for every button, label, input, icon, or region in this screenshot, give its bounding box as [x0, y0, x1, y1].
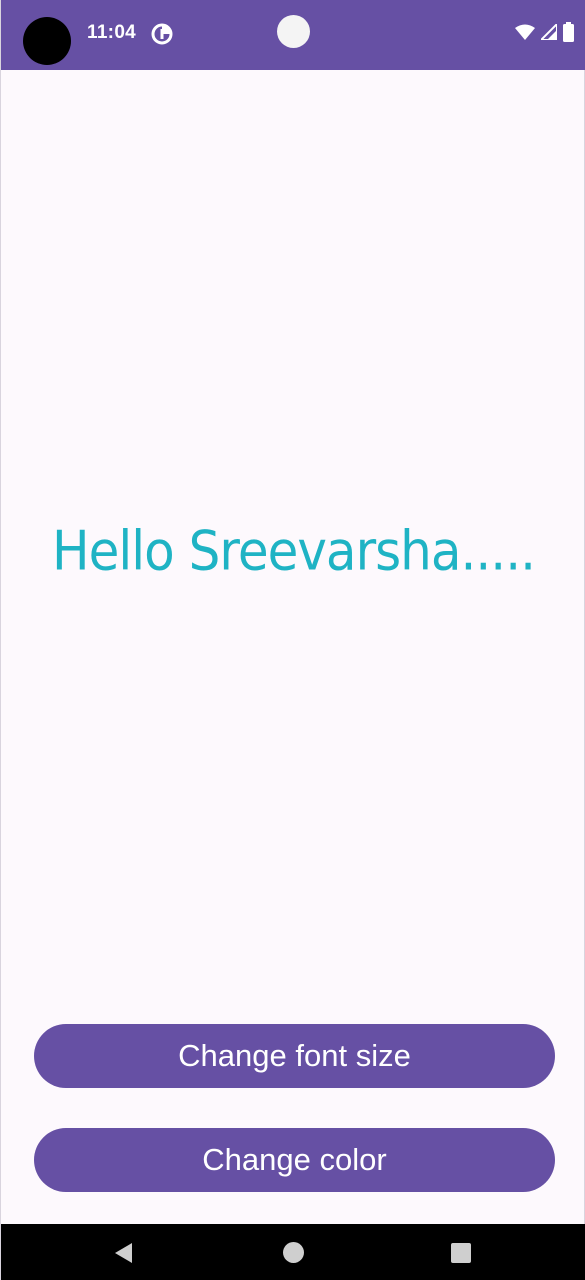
change-color-label: Change color: [202, 1142, 387, 1177]
camera-cutout: [23, 17, 71, 65]
recents-icon[interactable]: [451, 1243, 471, 1263]
battery-icon: [563, 21, 574, 47]
change-font-size-button[interactable]: Change font size: [34, 1024, 555, 1088]
signal-icon: [538, 21, 558, 45]
app-screen: 11:04 Hello Sreevarsha..... Change font …: [0, 0, 585, 1280]
change-font-size-label: Change font size: [178, 1038, 411, 1073]
status-bar: 11:04: [1, 0, 585, 70]
home-icon[interactable]: [283, 1242, 304, 1263]
data-saver-icon: [151, 23, 173, 45]
front-camera: [277, 15, 310, 48]
back-icon[interactable]: [112, 1241, 136, 1265]
greeting-text: Hello Sreevarsha.....: [52, 519, 536, 583]
wifi-icon: [515, 24, 535, 45]
change-color-button[interactable]: Change color: [34, 1128, 555, 1192]
navigation-bar: [1, 1224, 585, 1280]
status-icons: [515, 21, 574, 47]
status-time: 11:04: [87, 22, 137, 43]
